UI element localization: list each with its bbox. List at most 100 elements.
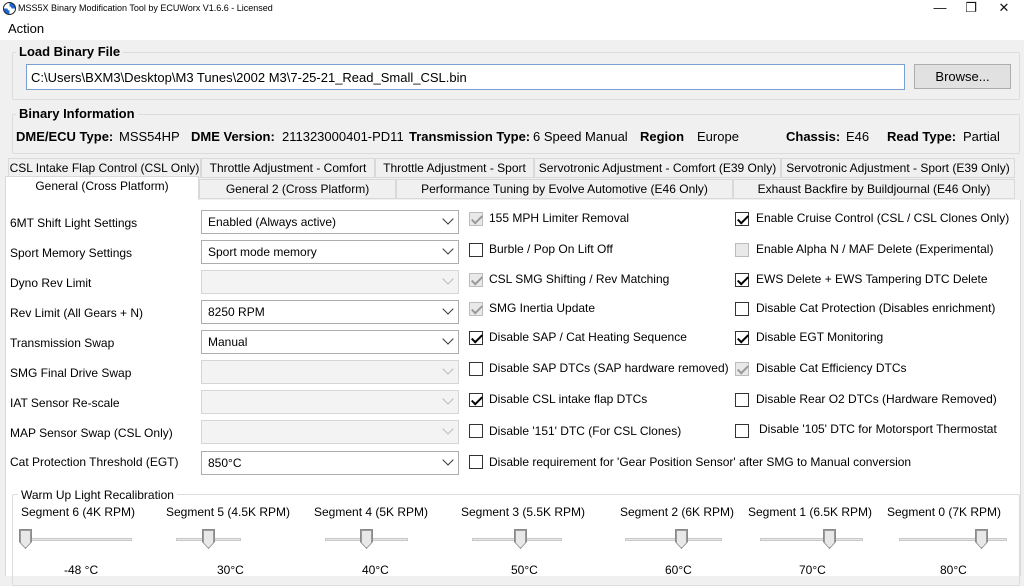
segment-0-temp: 80°C (940, 563, 967, 577)
limiter-removal-checkbox[interactable] (469, 212, 483, 226)
segment-1-label: Segment 1 (6.5K RPM) (748, 505, 873, 519)
app-logo-icon (3, 2, 16, 15)
dme-version-value: 211323000401-PD11 (282, 129, 404, 144)
dyno-rev-limit-label: Dyno Rev Limit (10, 276, 92, 290)
disable-sap-checkbox[interactable] (469, 331, 483, 345)
region-key: Region (640, 129, 685, 144)
disable-sap-dtcs-checkbox[interactable] (469, 362, 483, 376)
tab-csl-intake-flap[interactable]: CSL Intake Flap Control (CSL Only) (8, 158, 201, 178)
sport-memory-label: Sport Memory Settings (10, 246, 133, 260)
burble-checkbox[interactable] (469, 243, 483, 257)
segment-1-temp: 70°C (799, 563, 826, 577)
transmission-swap-select[interactable]: Manual (201, 330, 459, 354)
dyno-rev-limit-select[interactable] (201, 270, 459, 294)
cruise-control-label: Enable Cruise Control (CSL / CSL Clones … (756, 211, 1010, 225)
disable-151-dtc-checkbox[interactable] (469, 424, 483, 438)
smg-final-drive-label: SMG Final Drive Swap (10, 366, 132, 380)
disable-105-dtc-label: Disable '105' DTC for Motorsport Thermos… (759, 422, 997, 436)
chevron-down-icon (442, 454, 454, 466)
csl-smg-label: CSL SMG Shifting / Rev Matching (489, 272, 670, 286)
segment-6-temp: -48 °C (64, 563, 99, 577)
chassis-key: Chassis: (786, 129, 841, 144)
segment-0-slider-track[interactable] (899, 538, 1007, 541)
map-sensor-select[interactable] (201, 420, 459, 444)
segment-5-label: Segment 5 (4.5K RPM) (166, 505, 291, 519)
disable-egt-checkbox[interactable] (735, 331, 749, 345)
segment-2-temp: 60°C (665, 563, 692, 577)
ews-delete-checkbox[interactable] (735, 273, 749, 287)
segment-3-label: Segment 3 (5.5K RPM) (461, 505, 586, 519)
warmup-label: Warm Up Light Recalibration (18, 488, 177, 502)
chevron-down-icon (442, 303, 454, 315)
rev-limit-select[interactable]: 8250 RPM (201, 300, 459, 324)
tab-throttle-sport[interactable]: Throttle Adjustment - Sport (375, 158, 534, 178)
segment-0-label: Segment 0 (7K RPM) (887, 505, 1002, 519)
disable-csl-flap-dtcs-checkbox[interactable] (469, 393, 483, 407)
disable-151-dtc-label: Disable '151' DTC (For CSL Clones) (489, 424, 682, 438)
shift-light-value: Enabled (Always active) (208, 215, 337, 229)
disable-cat-protection-label: Disable Cat Protection (Disables enrichm… (756, 301, 996, 315)
segment-6-slider-track[interactable] (20, 538, 132, 541)
sport-memory-select[interactable]: Sport mode memory (201, 240, 459, 264)
minimize-icon[interactable]: — (924, 0, 956, 18)
menu-action[interactable]: Action (8, 21, 44, 36)
disable-cat-efficiency-checkbox[interactable] (735, 362, 749, 376)
tab-exhaust-backfire[interactable]: Exhaust Backfire by Buildjournal (E46 On… (733, 179, 1015, 199)
close-icon[interactable]: ✕ (988, 0, 1020, 18)
read-type-key: Read Type: (887, 129, 957, 144)
map-sensor-label: MAP Sensor Swap (CSL Only) (10, 426, 173, 440)
disable-gear-sensor-checkbox[interactable] (469, 455, 483, 469)
chevron-down-icon (442, 243, 454, 255)
shift-light-select[interactable]: Enabled (Always active) (201, 210, 459, 234)
smg-final-drive-select[interactable] (201, 360, 459, 384)
tab-performance-tuning[interactable]: Performance Tuning by Evolve Automotive … (396, 179, 733, 199)
csl-smg-checkbox[interactable] (469, 273, 483, 287)
tab-servotronic-comfort[interactable]: Servotronic Adjustment - Comfort (E39 On… (534, 158, 781, 178)
disable-cat-protection-checkbox[interactable] (735, 302, 749, 316)
dme-version-key: DME Version: (191, 129, 275, 144)
shift-light-label: 6MT Shift Light Settings (10, 216, 138, 230)
restore-icon[interactable]: ❐ (955, 0, 987, 18)
disable-egt-label: Disable EGT Monitoring (756, 330, 884, 344)
ews-delete-label: EWS Delete + EWS Tampering DTC Delete (756, 272, 988, 286)
tab-general[interactable]: General (Cross Platform) (5, 176, 199, 200)
load-binary-label: Load Binary File (16, 44, 124, 59)
iat-sensor-select[interactable] (201, 390, 459, 414)
transmission-swap-value: Manual (208, 335, 248, 349)
tab-general-2[interactable]: General 2 (Cross Platform) (199, 179, 396, 199)
segment-2-slider-track[interactable] (625, 538, 722, 541)
transmission-type-value: 6 Speed Manual (533, 129, 628, 144)
binary-path-input[interactable]: C:\Users\BXM3\Desktop\M3 Tunes\2002 M3\7… (26, 64, 905, 90)
cat-protection-value: 850°C (208, 456, 242, 470)
chevron-down-icon (442, 393, 454, 405)
disable-sap-dtcs-label: Disable SAP DTCs (SAP hardware removed) (489, 361, 729, 375)
chevron-down-icon (442, 423, 454, 435)
tab-servotronic-sport[interactable]: Servotronic Adjustment - Sport (E39 Only… (781, 158, 1015, 178)
cat-protection-select[interactable]: 850°C (201, 451, 459, 475)
rev-limit-value: 8250 RPM (208, 305, 265, 319)
cruise-control-checkbox[interactable] (735, 212, 749, 226)
browse-button[interactable]: Browse... (914, 64, 1011, 89)
smg-inertia-label: SMG Inertia Update (489, 301, 596, 315)
binary-info-label: Binary Information (16, 106, 138, 121)
dme-type-value: MSS54HP (119, 129, 180, 144)
disable-cat-efficiency-label: Disable Cat Efficiency DTCs (756, 361, 907, 375)
burble-label: Burble / Pop On Lift Off (489, 242, 613, 256)
segment-4-temp: 40°C (362, 563, 389, 577)
smg-inertia-checkbox[interactable] (469, 302, 483, 316)
alpha-n-checkbox[interactable] (735, 243, 749, 257)
window-title: MSS5X Binary Modification Tool by ECUWor… (18, 3, 273, 13)
tab-throttle-comfort[interactable]: Throttle Adjustment - Comfort (201, 158, 375, 178)
segment-6-label: Segment 6 (4K RPM) (21, 505, 136, 519)
read-type-value: Partial (963, 129, 1000, 144)
iat-sensor-label: IAT Sensor Re-scale (10, 396, 120, 410)
disable-rear-o2-checkbox[interactable] (735, 393, 749, 407)
transmission-type-key: Transmission Type: (409, 129, 531, 144)
alpha-n-label: Enable Alpha N / MAF Delete (Experimenta… (756, 242, 994, 256)
disable-105-dtc-checkbox[interactable] (735, 424, 749, 438)
title-bar: MSS5X Binary Modification Tool by ECUWor… (0, 0, 1024, 18)
chevron-down-icon (442, 333, 454, 345)
segment-5-temp: 30°C (217, 563, 244, 577)
chevron-down-icon (442, 273, 454, 285)
segment-1-slider-track[interactable] (760, 538, 863, 541)
